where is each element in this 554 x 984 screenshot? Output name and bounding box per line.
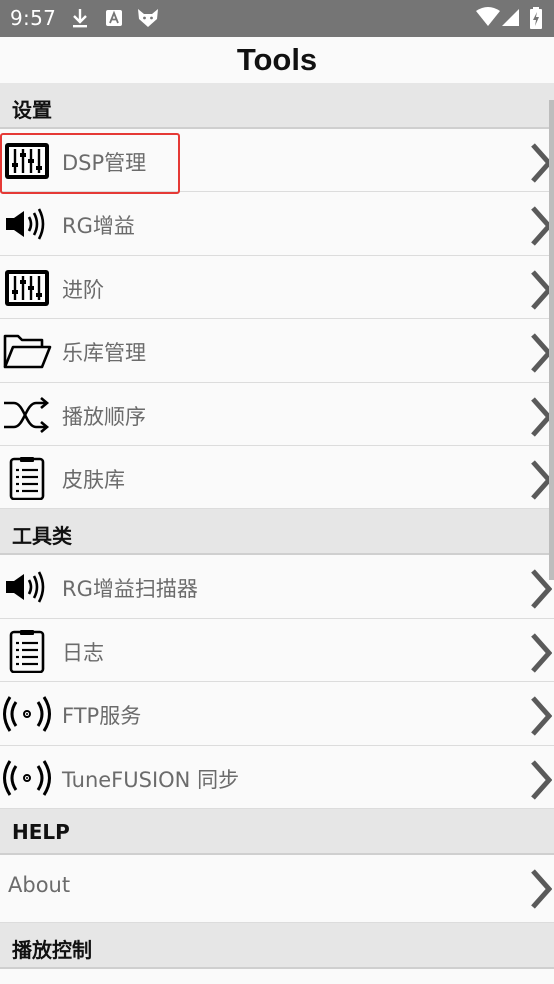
wifi-icon	[476, 7, 500, 26]
settings-list: 设置 DSP管理 RG增益 进阶 乐库管理 播放顺序 皮肤库 工具类 RG增益扫…	[0, 83, 554, 969]
broadcast-icon	[3, 759, 51, 796]
a-notification-icon	[106, 10, 122, 26]
list-item-label: RG增益扫描器	[62, 577, 198, 602]
section-header-tools: 工具类	[0, 509, 554, 556]
fox-icon	[138, 9, 158, 27]
list-item-label: 进阶	[62, 277, 104, 302]
list-item-label: 皮肤库	[62, 467, 125, 492]
list-item-ftp[interactable]: FTP服务	[0, 682, 554, 746]
list-item-rg-gain[interactable]: RG增益	[0, 192, 554, 256]
chevron-right-icon	[531, 869, 552, 909]
scrollbar[interactable]	[549, 100, 554, 580]
broadcast-icon	[3, 696, 51, 732]
battery-icon	[530, 7, 542, 29]
chevron-right-icon	[531, 696, 552, 736]
speaker-icon	[6, 208, 45, 241]
clipboard-icon	[9, 456, 45, 500]
list-item-rg-scanner[interactable]: RG增益扫描器	[0, 555, 554, 619]
list-item-label: 日志	[62, 640, 104, 665]
list-item-label: DSP管理	[62, 151, 147, 175]
list-item-label: About	[8, 872, 71, 897]
list-item-label: FTP服务	[62, 704, 142, 729]
signal-icon	[502, 9, 519, 26]
page-title: Tools	[236, 42, 318, 77]
list-item-play-order[interactable]: 播放顺序	[0, 382, 554, 446]
list-item-about[interactable]: About	[0, 854, 554, 923]
list-item-skins[interactable]: 皮肤库	[0, 445, 554, 510]
list-item-label: 乐库管理	[62, 341, 146, 366]
section-header-label: 播放控制	[12, 937, 92, 962]
section-header-help: HELP	[0, 808, 554, 855]
equalizer-icon	[5, 143, 49, 179]
list-item-log[interactable]: 日志	[0, 618, 554, 683]
list-item-label: TuneFUSION 同步	[62, 767, 240, 792]
list-item-tunefusion[interactable]: TuneFUSION 同步	[0, 745, 554, 809]
chevron-right-icon	[531, 633, 552, 673]
list-item-library[interactable]: 乐库管理	[0, 319, 554, 383]
equalizer-icon	[5, 269, 49, 306]
status-bar: 9:57	[0, 0, 554, 37]
folder-icon	[3, 334, 52, 369]
shuffle-icon	[4, 396, 50, 433]
section-header-label: HELP	[12, 819, 70, 844]
list-item-label: RG增益	[62, 214, 135, 239]
list-item-advanced[interactable]: 进阶	[0, 255, 554, 320]
section-header-settings: 设置	[0, 83, 554, 129]
clipboard-icon	[9, 629, 45, 673]
chevron-right-icon	[531, 759, 552, 800]
list-item-label: 播放顺序	[62, 404, 146, 429]
speaker-icon	[6, 571, 45, 603]
section-header-playback: 播放控制	[0, 922, 554, 969]
section-header-label: 工具类	[12, 524, 72, 549]
app-bar: Tools	[0, 37, 554, 83]
download-icon	[73, 9, 87, 28]
section-header-label: 设置	[12, 98, 52, 122]
status-time: 9:57	[10, 6, 57, 30]
list-item-dsp[interactable]: DSP管理	[0, 129, 554, 193]
